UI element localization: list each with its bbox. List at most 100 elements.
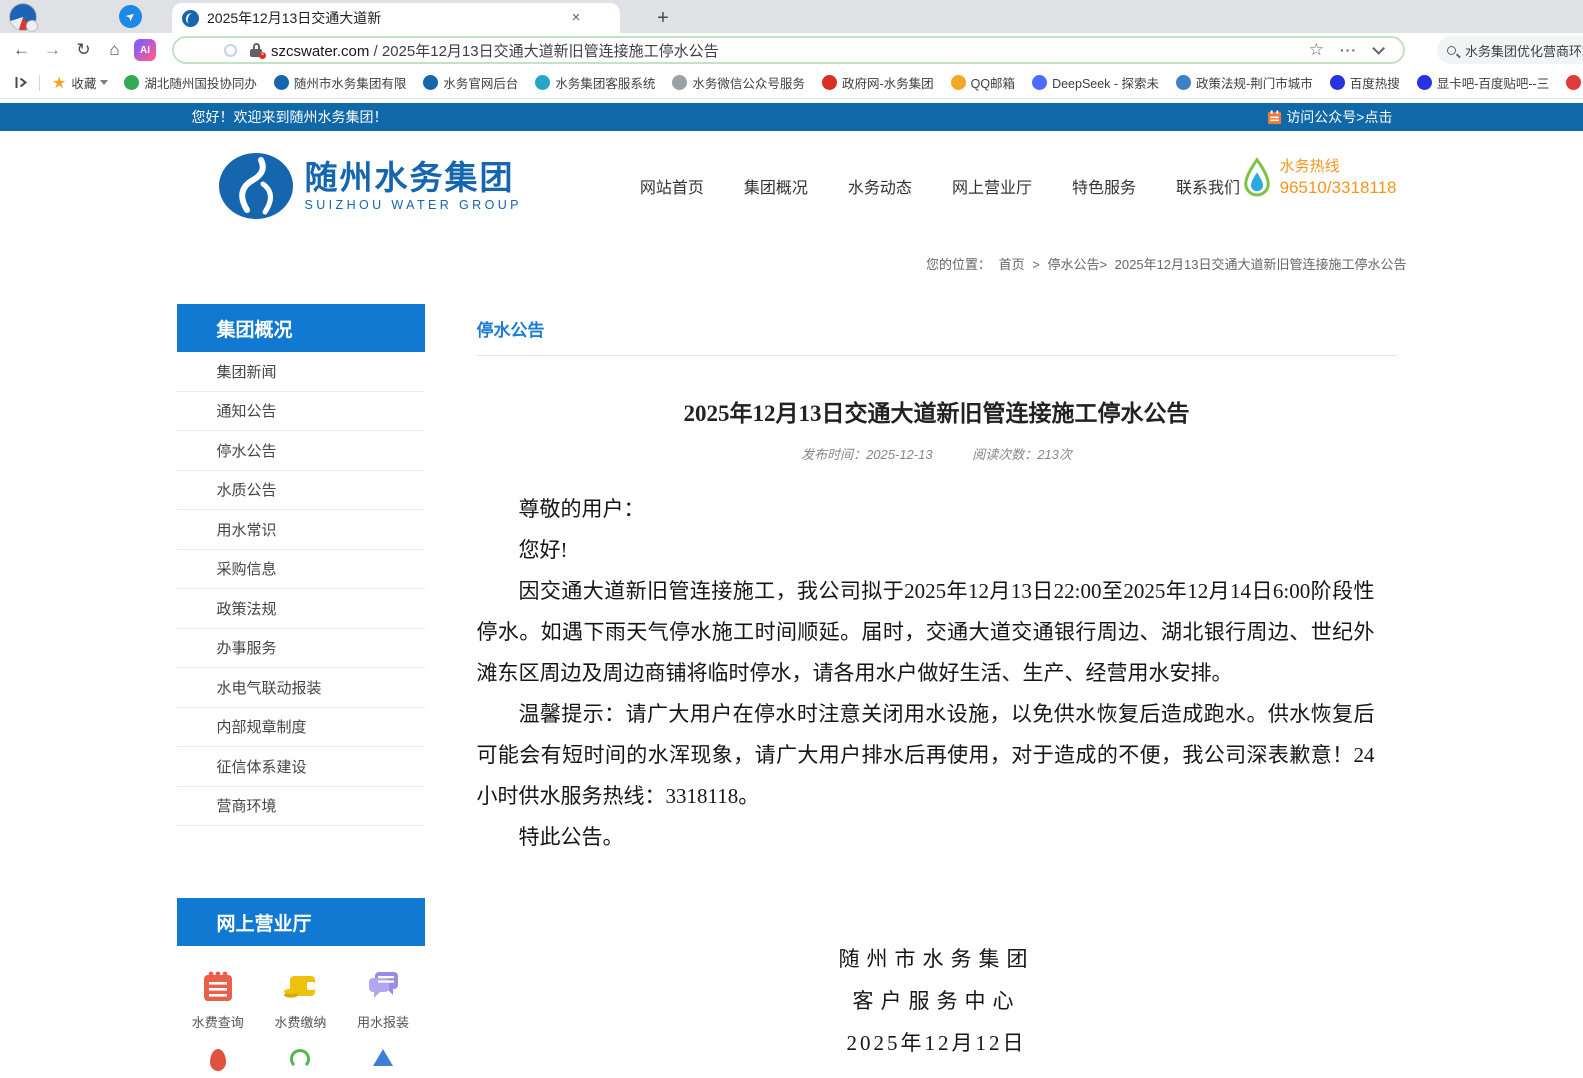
wechat-link-label: 访问公众号>点击 <box>1286 107 1392 127</box>
bookmark-item[interactable]: QQ邮箱 <box>951 73 1015 92</box>
bookmark-favicon <box>124 75 139 90</box>
sidebar-menu-item[interactable]: 办事服务 <box>177 629 425 669</box>
sidebar-menu-item[interactable]: 通知公告 <box>177 392 425 432</box>
breadcrumb-prefix: 您的位置： <box>926 257 991 272</box>
ai-assistant-icon[interactable]: AI <box>134 39 156 61</box>
bookmark-label: 政府网-水务集团 <box>842 73 934 92</box>
triangle-partial-icon[interactable] <box>373 1049 393 1066</box>
more-options-icon[interactable]: ··· <box>1340 42 1357 58</box>
bookmark-item[interactable]: 水务集团客服系统 <box>535 73 655 92</box>
sidebar-menu-item[interactable]: 集团新闻 <box>177 352 425 392</box>
bookmark-item[interactable]: 政府网-水务集团 <box>822 73 934 92</box>
home-icon[interactable]: ⌂ <box>100 36 129 65</box>
bookmark-item[interactable]: 水务微信公众号服务 <box>672 73 805 92</box>
bookmark-label: QQ邮箱 <box>971 73 1015 92</box>
browser-tab[interactable]: 2025年12月13日交通大道新 × <box>172 3 620 33</box>
bookmark-star-icon[interactable]: ☆ <box>1309 40 1324 60</box>
breadcrumb-home-link[interactable]: 首页 <box>999 257 1025 272</box>
bookmark-favicon <box>822 75 837 90</box>
bookmark-item[interactable]: 湖北随州国投协同办 <box>124 73 257 92</box>
bookmark-item[interactable]: 水务官网后台 <box>423 73 518 92</box>
nav-item[interactable]: 特色服务 <box>1072 174 1136 198</box>
logo-title: 随州水务集团 <box>305 160 522 196</box>
favorites-label[interactable]: 收藏 <box>71 73 96 92</box>
bookmark-favicon <box>951 75 966 90</box>
sidebar-section2-title: 网上营业厅 <box>177 898 425 946</box>
water-drop-icon <box>1242 156 1272 198</box>
progress-ring-partial-icon[interactable] <box>290 1049 310 1069</box>
reload-icon[interactable]: ↻ <box>69 36 98 65</box>
bookmark-label: 政策法规-荆门市城市 <box>1196 73 1313 92</box>
address-bar[interactable]: × szcswater.com / 2025年12月13日交通大道新旧管连接施工… <box>172 36 1405 64</box>
wechat-official-link[interactable]: 访问公众号>点击 <box>1267 107 1392 127</box>
bookmark-label: 显卡吧-百度贴吧--三 <box>1437 73 1550 92</box>
hotline-block: 水务热线 96510/3318118 <box>1242 155 1397 198</box>
quick-search-box[interactable]: 水务集团优化营商环境创 <box>1437 36 1583 64</box>
service-water-fee-query[interactable]: 水费查询 <box>177 968 260 1031</box>
browser-chrome: ➤ 2025年12月13日交通大道新 × + ← → ↻ ⌂ AI × szcs… <box>0 0 1583 99</box>
logo-water-swirl-icon <box>217 152 295 220</box>
url-path: / 2025年12月13日交通大道新旧管连接施工停水公告 <box>369 43 718 60</box>
bookmark-item[interactable]: 政策法规-荆门市城市 <box>1176 73 1313 92</box>
favorites-star-icon[interactable]: ★ <box>52 73 66 93</box>
nav-item[interactable]: 水务动态 <box>848 174 912 198</box>
extension-dimmed-icon[interactable] <box>224 44 237 57</box>
bookmark-item[interactable]: 显卡吧-百度贴吧--三 <box>1417 73 1550 92</box>
bookmark-label: 水务集团客服系统 <box>555 73 655 92</box>
bookmark-favicon <box>1566 75 1581 90</box>
service-label: 用水报装 <box>357 1012 409 1031</box>
bookmark-label: 百度热搜 <box>1350 73 1400 92</box>
bookmark-item[interactable]: DeepSeek - 探索未 <box>1032 73 1159 92</box>
sidebar-menu-item[interactable]: 营商环境 <box>177 787 425 827</box>
bookmark-item[interactable]: 公文宝 <box>1566 73 1583 92</box>
sidebar-menu-item[interactable]: 用水常识 <box>177 510 425 550</box>
search-icon <box>1447 46 1456 55</box>
article-paragraph: 您好! <box>477 530 1375 571</box>
logo-subtitle: SUIZHOU WATER GROUP <box>305 198 522 212</box>
hotline-label: 水务热线 <box>1280 155 1397 176</box>
bookmark-item[interactable]: 百度热搜 <box>1330 73 1400 92</box>
service-water-install[interactable]: 用水报装 <box>342 968 425 1031</box>
divider <box>477 355 1397 356</box>
side-panel-toggle-icon[interactable] <box>14 75 29 90</box>
tab-close-icon[interactable]: × <box>567 9 585 27</box>
service-water-fee-pay[interactable]: 水费缴纳 <box>259 968 342 1031</box>
bookmark-label: 水务官网后台 <box>443 73 518 92</box>
sidebar-menu-item[interactable]: 水电气联动报装 <box>177 668 425 708</box>
back-icon[interactable]: ← <box>7 36 36 65</box>
sidebar-menu-item[interactable]: 停水公告 <box>177 431 425 471</box>
nav-item[interactable]: 联系我们 <box>1176 174 1240 198</box>
site-topbar: 您好！欢迎来到随州水务集团！ 访问公众号>点击 <box>0 103 1583 131</box>
sidebar-menu-item[interactable]: 政策法规 <box>177 589 425 629</box>
sidebar-menu-item[interactable]: 内部规章制度 <box>177 708 425 748</box>
bookmark-favicon <box>1417 75 1432 90</box>
site-security-icon[interactable]: × <box>249 43 263 57</box>
breadcrumb-section-link[interactable]: 停水公告> <box>1047 257 1107 272</box>
new-tab-button[interactable]: + <box>650 6 676 32</box>
url-host: szcswater.com <box>271 43 369 60</box>
sidebar-menu-item[interactable]: 采购信息 <box>177 550 425 590</box>
water-drop-partial-icon[interactable] <box>210 1049 226 1071</box>
nav-item[interactable]: 网上营业厅 <box>952 174 1032 198</box>
bookmark-label: 水务微信公众号服务 <box>692 73 805 92</box>
site-logo[interactable]: 随州水务集团 SUIZHOU WATER GROUP <box>217 152 522 220</box>
calendar-icon <box>1267 110 1282 125</box>
chevron-down-icon[interactable] <box>1372 42 1385 55</box>
favorites-caret-icon[interactable] <box>100 80 108 85</box>
wallet-icon <box>282 968 318 1004</box>
bookmark-label: DeepSeek - 探索未 <box>1052 73 1159 92</box>
hotline-number: 96510/3318118 <box>1280 178 1397 198</box>
sidebar-menu-item[interactable]: 水质公告 <box>177 471 425 511</box>
search-query-text: 水务集团优化营商环境创 <box>1465 41 1583 60</box>
paper-plane-icon[interactable]: ➤ <box>119 5 142 28</box>
article-section-title: 停水公告 <box>477 304 1397 341</box>
nav-item[interactable]: 集团概况 <box>744 174 808 198</box>
forward-icon[interactable]: → <box>38 36 67 65</box>
sidebar-menu: 集团新闻通知公告停水公告水质公告用水常识采购信息政策法规办事服务水电气联动报装内… <box>177 352 425 826</box>
browser-app-icon[interactable] <box>9 3 37 31</box>
nav-item[interactable]: 网站首页 <box>640 174 704 198</box>
bookmark-item[interactable]: 随州市水务集团有限 <box>274 73 407 92</box>
bookmark-favicon <box>1330 75 1345 90</box>
welcome-text: 您好！欢迎来到随州水务集团！ <box>192 107 388 127</box>
sidebar-menu-item[interactable]: 征信体系建设 <box>177 747 425 787</box>
